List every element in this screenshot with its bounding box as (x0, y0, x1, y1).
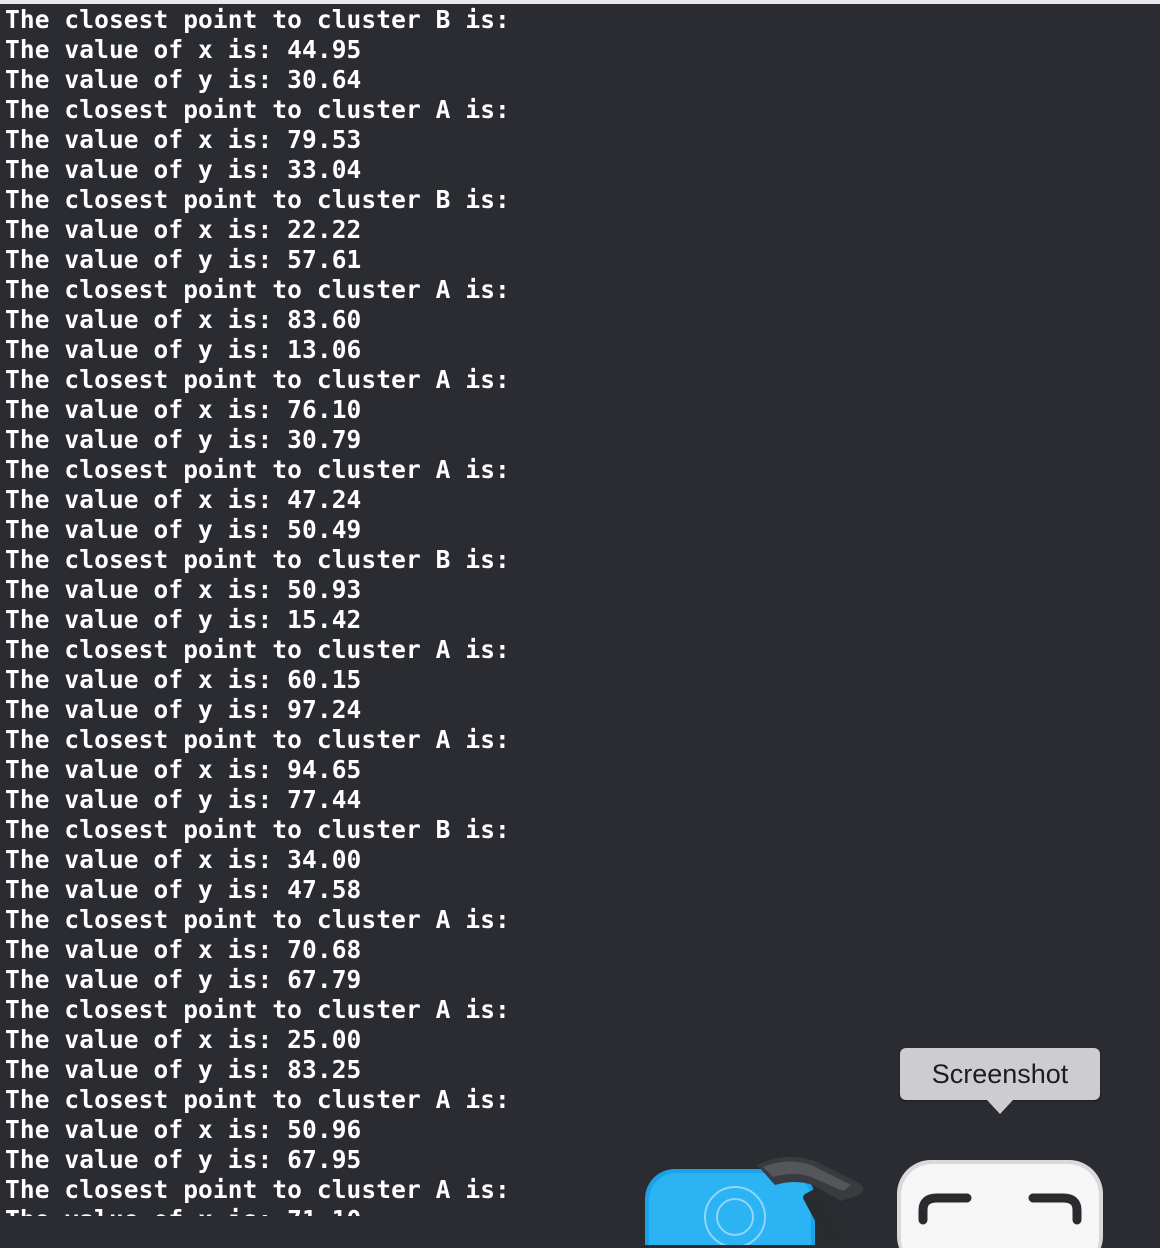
console-line: The value of x is: 76.10 (5, 395, 362, 424)
console-line: The closest point to cluster B is: (5, 5, 510, 34)
dock-tooltip-arrow (987, 1100, 1013, 1114)
console-line: The closest point to cluster A is: (5, 905, 510, 934)
console-line: The value of x is: 34.00 (5, 845, 362, 874)
console-line: The value of y is: 67.79 (5, 965, 362, 994)
console-line: The value of y is: 50.49 (5, 515, 362, 544)
dock-tooltip: Screenshot (900, 1048, 1100, 1100)
console-line: The closest point to cluster B is: (5, 185, 510, 214)
console-line: The closest point to cluster A is: (5, 1175, 510, 1204)
console-line: The closest point to cluster B is: (5, 545, 510, 574)
dock: Screenshot (600, 1040, 1160, 1248)
console-line: The value of y is: 15.42 (5, 605, 362, 634)
console-line: The closest point to cluster A is: (5, 995, 510, 1024)
console-line: The value of y is: 77.44 (5, 785, 362, 814)
console-output: The closest point to cluster B is: The va… (0, 5, 1160, 1216)
console-line: The value of y is: 13.06 (5, 335, 362, 364)
console-line: The closest point to cluster A is: (5, 1085, 510, 1114)
console-line: The value of x is: 22.22 (5, 215, 362, 244)
console-line: The value of y is: 83.25 (5, 1055, 362, 1084)
console-line: The closest point to cluster A is: (5, 95, 510, 124)
xcode-icon[interactable] (645, 1155, 875, 1245)
console-line: The value of y is: 57.61 (5, 245, 362, 274)
console-line: The value of y is: 30.64 (5, 65, 362, 94)
console-line: The closest point to cluster B is: (5, 815, 510, 844)
console-line: The value of y is: 33.04 (5, 155, 362, 184)
console-line: The value of x is: 71.10 (5, 1205, 510, 1216)
console-line: The value of x is: 25.00 (5, 1025, 362, 1054)
console-line: The value of x is: 50.93 (5, 575, 362, 604)
console-line: The value of x is: 94.65 (5, 755, 362, 784)
console-line: The value of x is: 83.60 (5, 305, 362, 334)
console-line: The value of y is: 30.79 (5, 425, 362, 454)
console-line: The value of y is: 67.95 (5, 1145, 362, 1174)
console-line: The value of x is: 70.68 (5, 935, 362, 964)
console-line: The closest point to cluster A is: (5, 455, 510, 484)
screenshot-app-icon[interactable] (897, 1158, 1104, 1248)
console-line: The value of x is: 47.24 (5, 485, 362, 514)
console-line: The value of y is: 97.24 (5, 695, 362, 724)
console-line: The closest point to cluster A is: (5, 725, 510, 754)
console-line: The closest point to cluster A is: (5, 635, 510, 664)
console-line: The closest point to cluster A is: (5, 365, 510, 394)
console-line: The value of x is: 50.96 (5, 1115, 362, 1144)
console-line: The value of y is: 47.58 (5, 875, 362, 904)
console-line: The value of x is: 44.95 (5, 35, 362, 64)
window-top-edge (0, 0, 1160, 4)
console-line: The value of x is: 79.53 (5, 125, 362, 154)
console-lines: The closest point to cluster B is: The va… (5, 5, 510, 1216)
console-line: The value of x is: 60.15 (5, 665, 362, 694)
console-line: The closest point to cluster A is: (5, 275, 510, 304)
